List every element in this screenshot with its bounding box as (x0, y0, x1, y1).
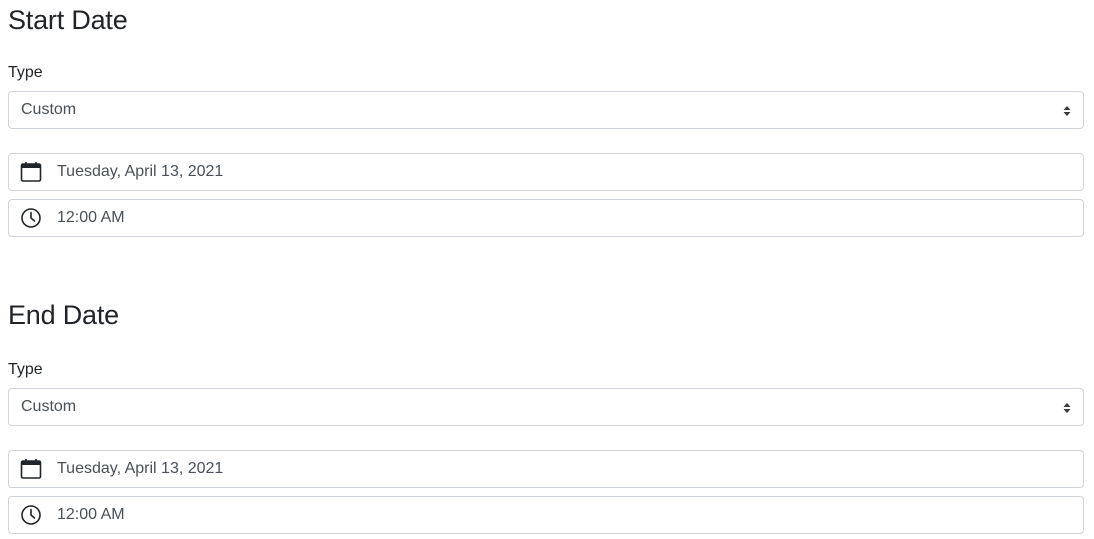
start-date-value: Tuesday, April 13, 2021 (57, 163, 224, 180)
end-time-input[interactable]: 12:00 AM (8, 496, 1084, 534)
calendar-icon (20, 161, 42, 183)
start-time-value: 12:00 AM (57, 209, 125, 226)
start-type-value: Custom (21, 101, 77, 118)
start-date-section: Start Date Type Custom Tuesday, April 13… (8, 0, 1084, 237)
calendar-icon (20, 458, 42, 480)
start-type-label: Type (8, 64, 43, 81)
clock-icon (20, 504, 42, 526)
start-date-title: Start Date (8, 5, 128, 35)
end-type-select[interactable]: Custom (8, 388, 1084, 426)
end-type-label: Type (8, 361, 43, 378)
start-type-select[interactable]: Custom (8, 91, 1084, 129)
date-range-form: Start Date Type Custom Tuesday, April 13… (0, 0, 1094, 534)
end-type-value: Custom (21, 398, 77, 415)
end-date-value: Tuesday, April 13, 2021 (57, 460, 224, 477)
end-date-input[interactable]: Tuesday, April 13, 2021 (8, 450, 1084, 488)
sort-arrows-icon (1063, 104, 1071, 116)
clock-icon (20, 207, 42, 229)
end-date-title: End Date (8, 300, 119, 330)
end-date-section: End Date Type Custom Tuesday, April 13, (8, 299, 1084, 534)
sort-arrows-icon (1063, 401, 1071, 413)
end-time-value: 12:00 AM (57, 506, 125, 523)
start-time-input[interactable]: 12:00 AM (8, 199, 1084, 237)
start-date-input[interactable]: Tuesday, April 13, 2021 (8, 153, 1084, 191)
